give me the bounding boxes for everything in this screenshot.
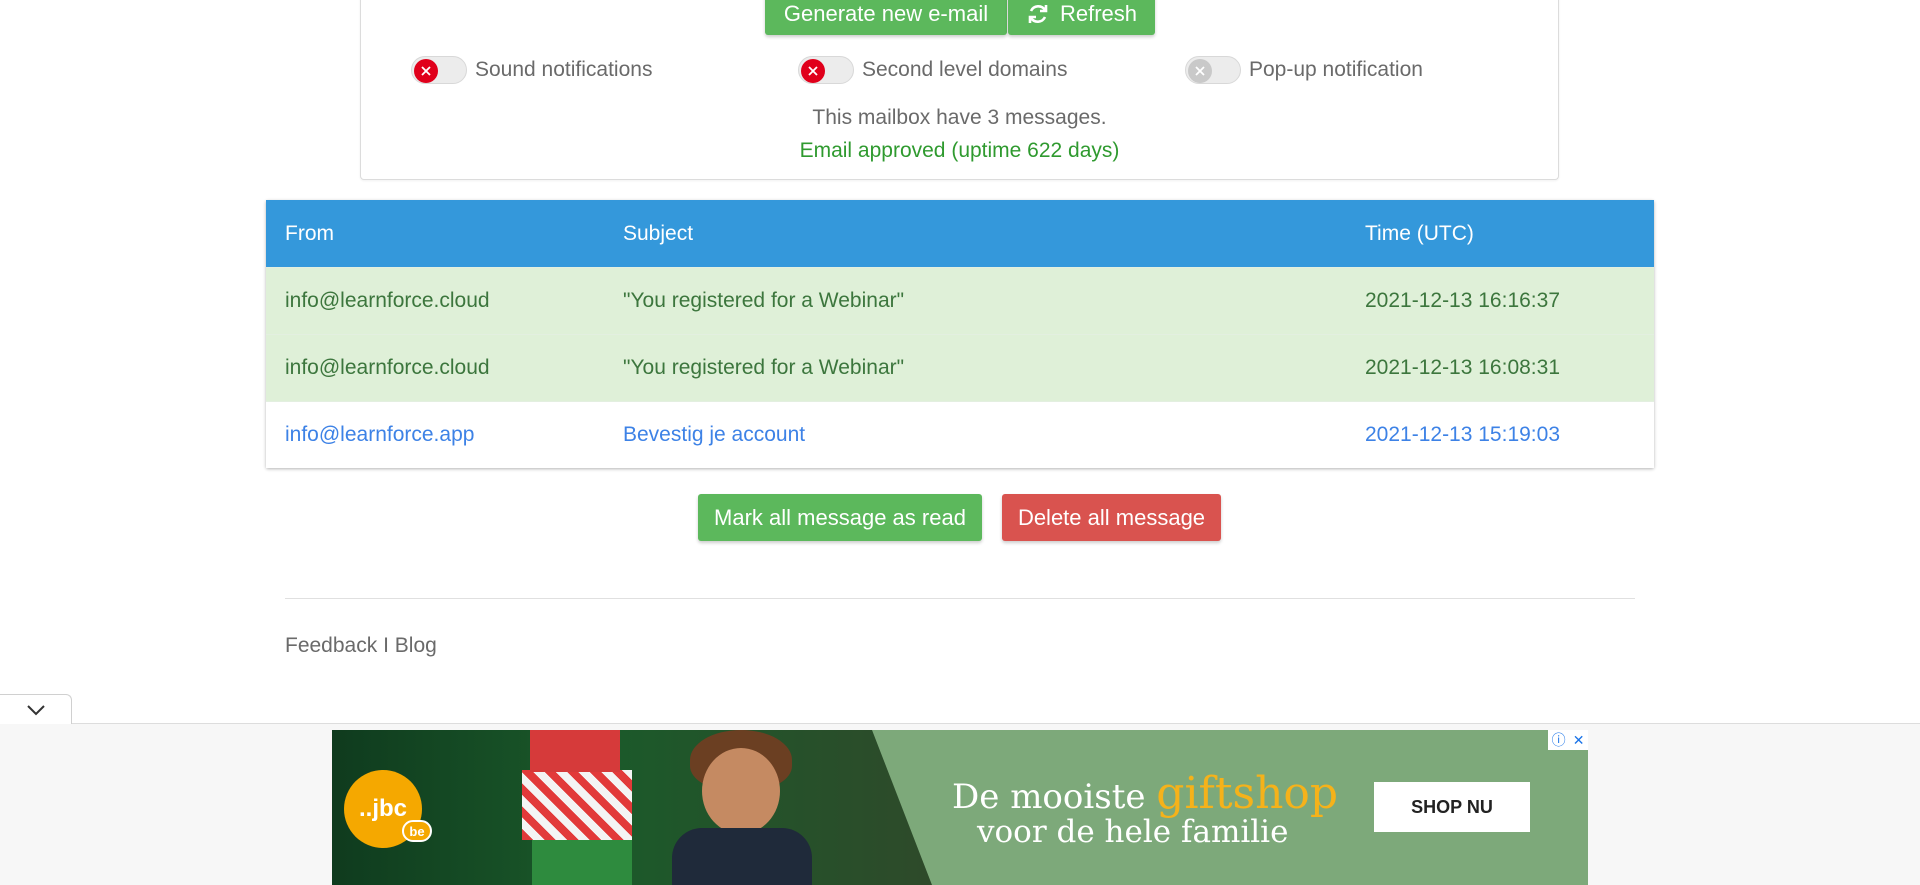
ad-banner[interactable]: ..jbc be De mooiste giftshop voor de hel… [332,730,1588,885]
blog-link[interactable]: Blog [395,634,437,657]
off-x-icon [1188,59,1212,83]
row-time: 2021-12-13 16:08:31 [1365,356,1560,379]
shop-now-button[interactable]: SHOP NU [1374,782,1530,832]
second-level-domains-label: Second level domains [862,58,1068,81]
inbox-table: From Subject Time (UTC) info@learnforce.… [266,200,1654,468]
table-header: From Subject Time (UTC) [266,200,1654,267]
feedback-link[interactable]: Feedback [285,634,377,657]
table-row[interactable]: info@learnforce.app Bevestig je account … [266,401,1654,468]
refresh-icon [1028,4,1048,23]
popup-notification-label: Pop-up notification [1249,58,1423,81]
chevron-down-icon [26,704,45,715]
jbc-be-text: be [409,823,425,839]
sound-notifications-label: Sound notifications [475,58,653,81]
generate-email-button[interactable]: Generate new e-mail [765,0,1007,35]
message-count-text: This mailbox have 3 messages. [812,106,1107,129]
refresh-button[interactable]: Refresh [1008,0,1155,35]
gift-box-image [532,840,632,885]
column-header-subject: Subject [623,221,694,245]
refresh-label: Refresh [1059,0,1138,26]
ad-photo [332,730,932,885]
sound-notifications-toggle[interactable] [411,56,467,84]
delete-all-button[interactable]: Delete all message [1002,494,1221,541]
ad-headline-highlight: giftshop [1156,768,1339,819]
mark-all-read-button[interactable]: Mark all message as read [698,494,982,541]
gift-box-image [522,770,632,840]
child-sweater-image [672,828,812,885]
jbc-logo-text: ..jbc [358,795,407,822]
child-face-image [702,748,780,834]
row-subject: "You registered for a Webinar" [623,356,905,379]
ad-subheadline: voor de hele familie [977,814,1289,850]
second-level-domains-toggle[interactable] [798,56,854,84]
shop-now-label: SHOP NU [1411,796,1493,817]
off-x-icon [801,59,825,83]
footer-separator: I [383,634,389,657]
row-from: info@learnforce.cloud [285,356,490,379]
off-x-icon [414,59,438,83]
gift-box-image [530,730,620,772]
column-header-from: From [285,221,334,245]
row-from[interactable]: info@learnforce.app [285,402,474,468]
table-row[interactable]: info@learnforce.cloud "You registered fo… [266,267,1654,334]
footer-divider [285,598,1635,599]
sound-notifications-setting: Sound notifications [411,56,652,84]
ad-collapse-button[interactable] [0,694,72,724]
row-time[interactable]: 2021-12-13 15:19:03 [1365,402,1560,468]
email-approved-status: Email approved (uptime 622 days) [799,139,1120,162]
ad-headline-prefix: De mooiste [952,777,1157,817]
row-from: info@learnforce.cloud [285,289,490,312]
second-level-domains-setting: Second level domains [798,56,1067,84]
row-subject[interactable]: Bevestig je account [623,402,805,468]
generate-email-label: Generate new e-mail [783,0,989,26]
mark-all-read-label: Mark all message as read [714,504,966,530]
info-icon[interactable]: ⓘ [1552,730,1566,750]
close-icon[interactable]: ✕ [1573,732,1585,749]
delete-all-label: Delete all message [1017,504,1206,530]
popup-notification-toggle[interactable] [1185,56,1241,84]
ad-controls: ⓘ ✕ [1548,730,1588,750]
jbc-be-badge: be [402,820,432,842]
popup-notification-setting: Pop-up notification [1185,56,1423,84]
row-subject: "You registered for a Webinar" [623,289,905,312]
ad-headline: De mooiste giftshop [952,768,1338,819]
row-time: 2021-12-13 16:16:37 [1365,289,1560,312]
column-header-time: Time (UTC) [1365,221,1474,245]
table-row[interactable]: info@learnforce.cloud "You registered fo… [266,334,1654,401]
footer-links: Feedback I Blog [285,634,437,658]
